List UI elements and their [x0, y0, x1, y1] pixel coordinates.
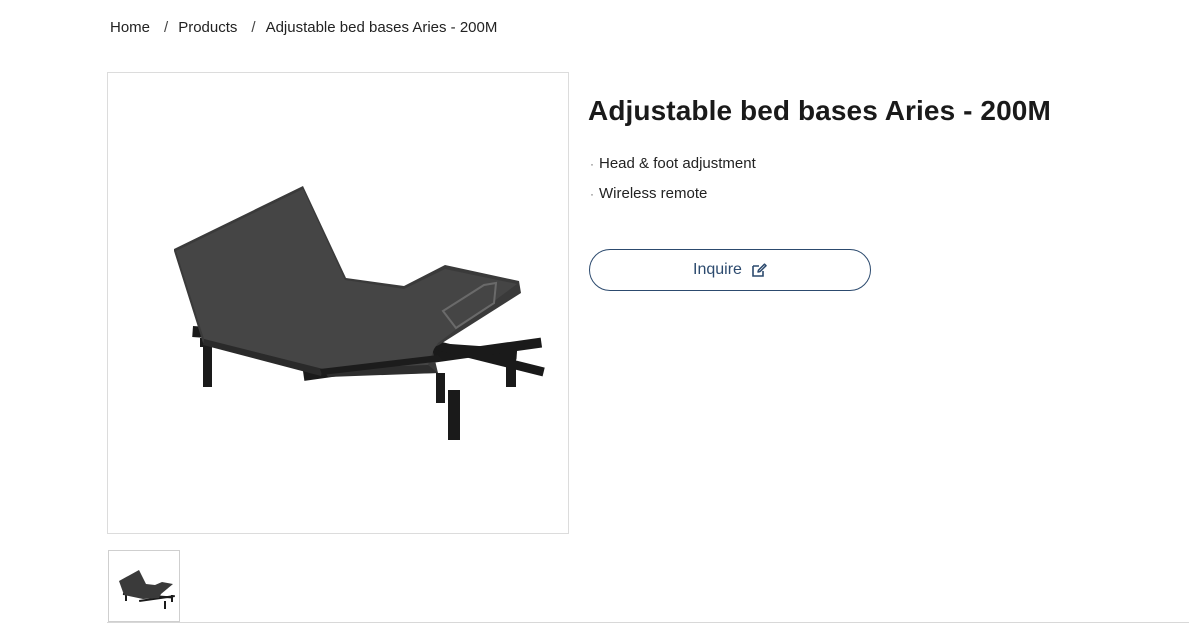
divider [107, 622, 1189, 623]
bullet: · [590, 187, 594, 201]
inquire-button[interactable]: Inquire [589, 249, 871, 291]
breadcrumb: Home / Products / Adjustable bed bases A… [110, 19, 497, 36]
feature-text: Head & foot adjustment [599, 155, 756, 172]
breadcrumb-separator: / [251, 19, 256, 36]
breadcrumb-products-link[interactable]: Products [178, 19, 237, 36]
product-thumbnail[interactable] [108, 550, 180, 622]
breadcrumb-home-link[interactable]: Home [110, 19, 150, 36]
adjustable-bed-image [174, 186, 545, 440]
feature-text: Wireless remote [599, 185, 708, 202]
feature-item: · Head & foot adjustment [590, 154, 756, 184]
product-main-image[interactable] [107, 72, 569, 534]
inquire-label: Inquire [693, 261, 742, 278]
feature-item: · Wireless remote [590, 184, 756, 214]
breadcrumb-separator: / [164, 19, 169, 36]
adjustable-bed-thumbnail-image [119, 570, 175, 609]
breadcrumb-current: Adjustable bed bases Aries - 200M [265, 19, 498, 36]
edit-icon [751, 262, 767, 278]
product-title: Adjustable bed bases Aries - 200M [588, 95, 1051, 126]
bullet: · [590, 157, 594, 171]
feature-list: · Head & foot adjustment · Wireless remo… [590, 154, 756, 214]
